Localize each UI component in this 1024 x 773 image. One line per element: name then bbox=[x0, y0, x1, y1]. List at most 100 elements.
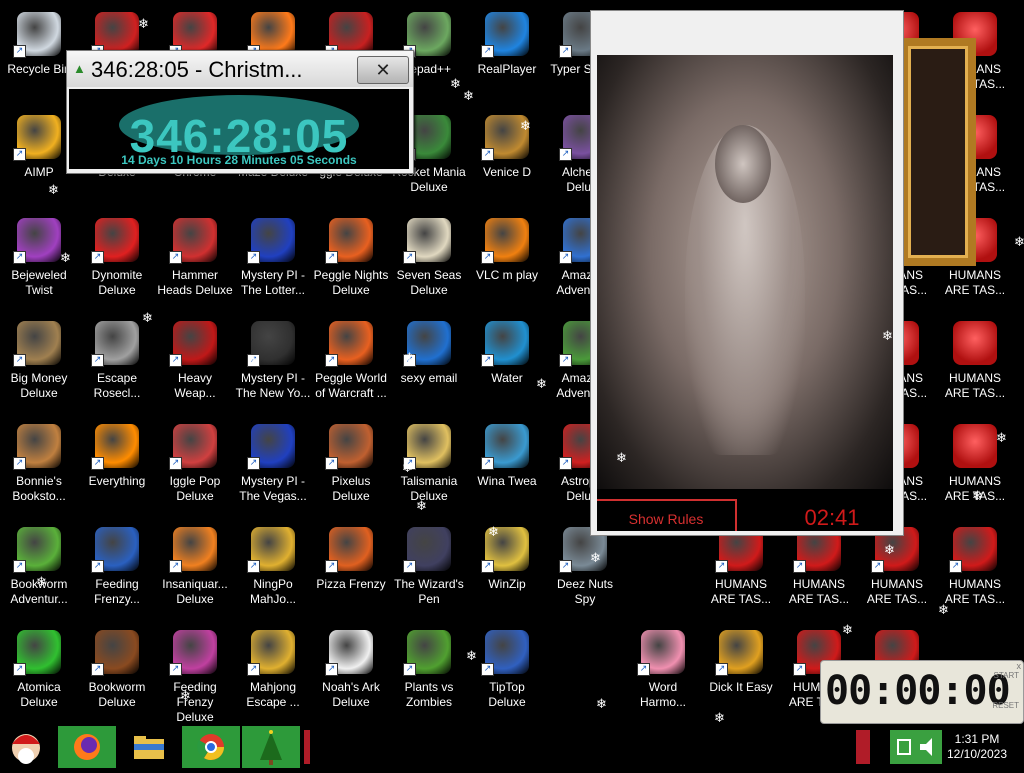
desktop-icon-label: Dick It Easy bbox=[709, 680, 773, 694]
skull-icon: ↗ bbox=[403, 218, 451, 264]
desktop-icon[interactable]: ↗ Feeding Frenzy... bbox=[78, 519, 156, 622]
taskbar-chrome[interactable] bbox=[182, 726, 240, 768]
desktop-icon[interactable]: ↗ Feeding Frenzy Deluxe bbox=[156, 622, 234, 725]
desktop-icon[interactable]: ↗ Noah's Ark Deluxe bbox=[312, 622, 390, 725]
desktop-icon[interactable]: ↗ Mystery PI - The Lotter... bbox=[234, 210, 312, 313]
desktop-icon[interactable]: ↗ sexy email bbox=[390, 313, 468, 416]
snowflake-icon: ❄ bbox=[450, 77, 461, 92]
clock-date: 12/10/2023 bbox=[946, 747, 1008, 761]
desktop-icon[interactable]: ↗ Escape Rosecl... bbox=[78, 313, 156, 416]
desktop-icon[interactable]: ↗ Bonnie's Booksto... bbox=[0, 416, 78, 519]
taskbar-clock[interactable]: 1:31 PM 12/10/2023 bbox=[944, 732, 1010, 762]
desktop-icon[interactable]: ↗ Iggle Pop Deluxe bbox=[156, 416, 234, 519]
ghost-girl-image bbox=[597, 55, 893, 489]
system-tray[interactable] bbox=[890, 730, 942, 764]
desktop-icon[interactable]: ↗ Word Harmo... bbox=[624, 622, 702, 725]
desktop-icon[interactable]: ↗ Water bbox=[468, 313, 546, 416]
desktop-icon[interactable]: ↗ Big Money Deluxe bbox=[0, 313, 78, 416]
countdown-window[interactable]: ▲ 346:28:05 - Christm... ✕ 346:28:05 14 … bbox=[66, 50, 414, 174]
christmas-tree-icon: ▲ bbox=[73, 61, 86, 76]
desktop-icon[interactable]: ↗ TipTop Deluxe bbox=[468, 622, 546, 725]
snowflake-icon: ❄ bbox=[596, 697, 607, 712]
shortcut-arrow-icon: ↗ bbox=[481, 457, 494, 470]
desktop-icon[interactable]: ↗ NingPo MahJo... bbox=[234, 519, 312, 622]
shortcut-arrow-icon: ↗ bbox=[559, 354, 572, 367]
mpi-icon: ↗ bbox=[247, 218, 295, 264]
desktop-icon-label: Mahjong Escape ... bbox=[246, 680, 300, 709]
desktop-icon-label: Deez Nuts Spy bbox=[556, 577, 614, 606]
desktop-icon[interactable]: ↗ The Wizard's Pen bbox=[390, 519, 468, 622]
desktop-icon[interactable]: ↗ Bookworm Deluxe bbox=[78, 622, 156, 725]
desktop-icon[interactable]: HUMANS ARE TAS... bbox=[936, 313, 1014, 416]
shortcut-arrow-icon: ↗ bbox=[481, 148, 494, 161]
desktop-icon[interactable]: ↗ Atomica Deluxe bbox=[0, 622, 78, 725]
taskbar: 1:31 PM 12/10/2023 bbox=[0, 726, 1024, 768]
moon-icon: ↗ bbox=[91, 321, 139, 367]
desktop-icon[interactable]: ↗ Pizza Frenzy bbox=[312, 519, 390, 622]
desktop-icon[interactable]: ↗ Dick It Easy bbox=[702, 622, 780, 725]
desktop-icon[interactable]: ↗ VLC m play bbox=[468, 210, 546, 313]
desktop-icon[interactable]: ↗ Mystery PI - The Vegas... bbox=[234, 416, 312, 519]
desktop-icon[interactable]: ↗ Dynomite Deluxe bbox=[78, 210, 156, 313]
recycle-bin-icon: ↗ bbox=[13, 12, 61, 58]
stopwatch-start-button[interactable]: START bbox=[994, 671, 1019, 680]
aimp-icon: ↗ bbox=[13, 115, 61, 161]
desktop-icon[interactable]: ↗ Everything bbox=[78, 416, 156, 519]
desktop-icon[interactable]: ↗ Hammer Heads Deluxe bbox=[156, 210, 234, 313]
desktop-icon[interactable]: ↗ Mahjong Escape ... bbox=[234, 622, 312, 725]
desktop-icon[interactable]: ↗ Mystery PI - The New Yo... bbox=[234, 313, 312, 416]
snowflake-icon: ❄ bbox=[416, 499, 427, 514]
desktop-icon-label: HUMANS ARE TAS... bbox=[710, 577, 772, 606]
start-button[interactable] bbox=[4, 726, 48, 768]
close-button[interactable]: ✕ bbox=[357, 56, 409, 84]
show-rules-button[interactable]: Show Rules bbox=[597, 499, 737, 531]
desktop-icon[interactable]: ↗ RealPlayer bbox=[468, 4, 546, 107]
desktop-icon-label: Seven Seas Deluxe bbox=[396, 268, 462, 297]
desktop-icon[interactable]: ↗ Plants vs Zombies bbox=[390, 622, 468, 725]
taskbar-file-explorer[interactable] bbox=[124, 726, 174, 768]
desktop-icon-label: NingPo MahJo... bbox=[249, 577, 297, 606]
snowflake-icon: ❄ bbox=[1014, 235, 1024, 250]
desktop-icon[interactable]: ↗ Insaniquar... Deluxe bbox=[156, 519, 234, 622]
snowflake-icon: ❄ bbox=[36, 575, 47, 590]
peggle-icon: ↗ bbox=[325, 218, 373, 264]
wizard-hat-icon: ↗ bbox=[403, 527, 451, 573]
desktop-icon[interactable]: ↗ Bookworm Adventur... bbox=[0, 519, 78, 622]
snowflake-icon: ❄ bbox=[536, 377, 547, 392]
pizza-icon: ↗ bbox=[325, 527, 373, 573]
snowflake-icon: ❄ bbox=[714, 711, 725, 726]
snowflake-icon: ❄ bbox=[142, 311, 153, 326]
gnome-icon: ↗ bbox=[169, 218, 217, 264]
shortcut-arrow-icon: ↗ bbox=[403, 560, 416, 573]
christmas-tree-icon bbox=[260, 730, 282, 765]
desktop-icon[interactable]: ↗ Pixelus Deluxe bbox=[312, 416, 390, 519]
desktop-icon[interactable]: ↗ Seven Seas Deluxe bbox=[390, 210, 468, 313]
shortcut-arrow-icon: ↗ bbox=[325, 251, 338, 264]
firefox-icon bbox=[74, 734, 100, 760]
snowflake-icon: ❄ bbox=[404, 351, 415, 366]
desktop-icon[interactable]: ↗ Venice D bbox=[468, 107, 546, 210]
shortcut-arrow-icon: ↗ bbox=[91, 560, 104, 573]
picture-frame bbox=[900, 38, 976, 266]
desktop-icon-label: Mystery PI - The Vegas... bbox=[239, 474, 307, 503]
snowflake-icon: ❄ bbox=[180, 689, 191, 704]
taskbar-countdown[interactable] bbox=[242, 726, 300, 768]
stopwatch-reset-button[interactable]: RESET bbox=[992, 701, 1019, 710]
desktop-icon[interactable]: ↗ Heavy Weap... bbox=[156, 313, 234, 416]
stopwatch-close-button[interactable]: x bbox=[1017, 661, 1022, 671]
desktop-icon-label: Atomica Deluxe bbox=[17, 680, 61, 709]
desktop-icon-label: Dynomite Deluxe bbox=[91, 268, 143, 297]
desktop-icon[interactable]: ↗ Wina Twea bbox=[468, 416, 546, 519]
desktop-icon[interactable]: ↗ Peggle World of Warcraft ... bbox=[312, 313, 390, 416]
book-icon: ↗ bbox=[91, 630, 139, 676]
tray-red-indicator bbox=[856, 730, 870, 764]
desktop-icon[interactable]: ↗ WinZip bbox=[468, 519, 546, 622]
taskbar-firefox[interactable] bbox=[58, 726, 116, 768]
desktop-icon[interactable]: ↗ Peggle Nights Deluxe bbox=[312, 210, 390, 313]
stopwatch-widget[interactable]: 00:00:00 x START RESET bbox=[820, 660, 1024, 724]
countdown-titlebar[interactable]: ▲ 346:28:05 - Christm... ✕ bbox=[67, 51, 413, 87]
shortcut-arrow-icon: ↗ bbox=[559, 45, 572, 58]
shortcut-arrow-icon: ↗ bbox=[13, 45, 26, 58]
video-window[interactable]: Show Rules 02:41 bbox=[590, 10, 904, 536]
shortcut-arrow-icon: ↗ bbox=[481, 663, 494, 676]
